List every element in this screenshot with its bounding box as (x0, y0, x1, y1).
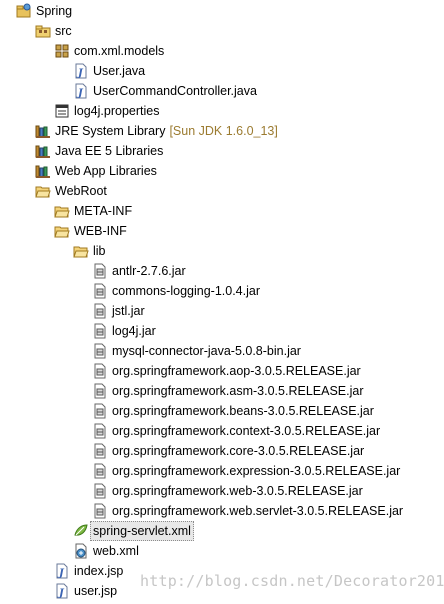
project-icon (16, 3, 32, 19)
jar-file-icon (92, 423, 108, 439)
tree-item-label: org.springframework.core-3.0.5.RELEASE.j… (112, 444, 365, 458)
tree-item-folder-meta-inf[interactable]: META-INF (54, 202, 132, 220)
tree-item-jar-spring-context[interactable]: org.springframework.context-3.0.5.RELEAS… (92, 422, 380, 440)
package-explorer-tree: Spring src com.xml.models J User.java J UserCo… (0, 0, 444, 602)
tree-item-jar-log4j[interactable]: log4j.jar (92, 322, 156, 340)
java-file-icon: J (73, 83, 89, 99)
tree-item-label: web.xml (93, 544, 139, 558)
tree-item-decoration: [Sun JDK 1.6.0_13] (169, 124, 278, 138)
tree-item-label: commons-logging-1.0.4.jar (112, 284, 260, 298)
jar-file-icon (92, 343, 108, 359)
tree-item-jar-spring-core[interactable]: org.springframework.core-3.0.5.RELEASE.j… (92, 442, 364, 460)
tree-item-folder-lib[interactable]: lib (73, 242, 106, 260)
xml-file-icon (73, 543, 89, 559)
tree-item-file-user-java[interactable]: J User.java (73, 62, 145, 80)
java-file-icon: J (73, 63, 89, 79)
tree-item-label: Web App Libraries (55, 164, 157, 178)
jar-file-icon (92, 263, 108, 279)
tree-item-label: org.springframework.aop-3.0.5.RELEASE.ja… (112, 364, 361, 378)
jar-file-icon (92, 503, 108, 519)
tree-item-label: jstl.jar (112, 304, 145, 318)
tree-item-label: UserCommandController.java (93, 84, 257, 98)
tree-item-label: src (55, 24, 72, 38)
tree-item-jar-commons-logging[interactable]: commons-logging-1.0.4.jar (92, 282, 260, 300)
tree-item-library-jre-system[interactable]: JRE System Library [Sun JDK 1.6.0_13] (35, 122, 278, 140)
tree-item-label: Spring (36, 4, 73, 18)
watermark-text: http://blog.csdn.net/Decorator2015 (140, 572, 444, 590)
jsp-file-icon: J (54, 583, 70, 599)
tree-item-label: lib (93, 244, 106, 258)
source-folder-icon (35, 23, 51, 39)
library-icon (35, 163, 51, 179)
folder-open-icon (54, 203, 70, 219)
tree-item-folder-web-inf[interactable]: WEB-INF (54, 222, 127, 240)
tree-item-label: User.java (93, 64, 146, 78)
tree-item-library-web-app[interactable]: Web App Libraries (35, 162, 157, 180)
tree-item-library-java-ee-5[interactable]: Java EE 5 Libraries (35, 142, 163, 160)
tree-item-label: Java EE 5 Libraries (55, 144, 164, 158)
properties-file-icon (54, 103, 70, 119)
jar-file-icon (92, 323, 108, 339)
jar-file-icon (92, 403, 108, 419)
tree-item-folder-webroot[interactable]: WebRoot (35, 182, 107, 200)
tree-item-label: org.springframework.expression-3.0.5.REL… (112, 464, 401, 478)
tree-item-label: JRE System Library (55, 124, 166, 138)
tree-item-package-com-xml-models[interactable]: com.xml.models (54, 42, 164, 60)
tree-item-label: org.springframework.web.servlet-3.0.5.RE… (112, 504, 404, 518)
tree-item-label: user.jsp (74, 584, 118, 598)
jar-file-icon (92, 483, 108, 499)
tree-item-label: antlr-2.7.6.jar (112, 264, 186, 278)
jsp-file-icon: J (54, 563, 70, 579)
jar-file-icon (92, 283, 108, 299)
tree-item-label: org.springframework.beans-3.0.5.RELEASE.… (112, 404, 374, 418)
tree-item-file-index-jsp[interactable]: Jindex.jsp (54, 562, 123, 580)
package-icon (54, 43, 70, 59)
tree-item-file-usercommandcontroller-java[interactable]: J UserCommandController.java (73, 82, 257, 100)
tree-item-label: META-INF (74, 204, 133, 218)
tree-item-jar-mysql-connector[interactable]: mysql-connector-java-5.0.8-bin.jar (92, 342, 301, 360)
folder-open-icon (54, 223, 70, 239)
tree-item-label: com.xml.models (74, 44, 165, 58)
tree-item-file-user-jsp[interactable]: Juser.jsp (54, 582, 117, 600)
folder-open-icon (73, 243, 89, 259)
tree-item-source-folder-src[interactable]: src (35, 22, 72, 40)
tree-item-jar-antlr[interactable]: antlr-2.7.6.jar (92, 262, 186, 280)
jar-file-icon (92, 443, 108, 459)
jar-file-icon (92, 383, 108, 399)
jar-file-icon (92, 363, 108, 379)
tree-item-file-web-xml[interactable]: web.xml (73, 542, 139, 560)
tree-item-project-spring[interactable]: Spring (16, 2, 72, 20)
tree-item-label: log4j.jar (112, 324, 156, 338)
folder-open-icon (35, 183, 51, 199)
library-icon (35, 143, 51, 159)
tree-item-file-log4j-properties[interactable]: log4j.properties (54, 102, 159, 120)
tree-item-label: org.springframework.context-3.0.5.RELEAS… (112, 424, 381, 438)
tree-item-jar-spring-aop[interactable]: org.springframework.aop-3.0.5.RELEASE.ja… (92, 362, 361, 380)
tree-item-jar-spring-asm[interactable]: org.springframework.asm-3.0.5.RELEASE.ja… (92, 382, 363, 400)
tree-item-label: WebRoot (55, 184, 107, 198)
tree-item-jar-spring-expression[interactable]: org.springframework.expression-3.0.5.REL… (92, 462, 400, 480)
tree-item-label: log4j.properties (74, 104, 160, 118)
tree-item-label: index.jsp (74, 564, 124, 578)
tree-item-label: mysql-connector-java-5.0.8-bin.jar (112, 344, 301, 358)
tree-item-label: org.springframework.asm-3.0.5.RELEASE.ja… (112, 384, 364, 398)
tree-item-jar-spring-beans[interactable]: org.springframework.beans-3.0.5.RELEASE.… (92, 402, 374, 420)
jar-file-icon (92, 463, 108, 479)
tree-item-jar-spring-web[interactable]: org.springframework.web-3.0.5.RELEASE.ja… (92, 482, 363, 500)
spring-xml-icon (73, 523, 89, 539)
tree-item-label: org.springframework.web-3.0.5.RELEASE.ja… (112, 484, 363, 498)
library-icon (35, 123, 51, 139)
tree-item-file-spring-servlet-xml[interactable]: spring-servlet.xml (73, 521, 194, 541)
tree-item-jar-jstl[interactable]: jstl.jar (92, 302, 145, 320)
tree-item-label: spring-servlet.xml (90, 521, 194, 541)
tree-item-label: WEB-INF (74, 224, 127, 238)
jar-file-icon (92, 303, 108, 319)
tree-item-jar-spring-web-servlet[interactable]: org.springframework.web.servlet-3.0.5.RE… (92, 502, 403, 520)
